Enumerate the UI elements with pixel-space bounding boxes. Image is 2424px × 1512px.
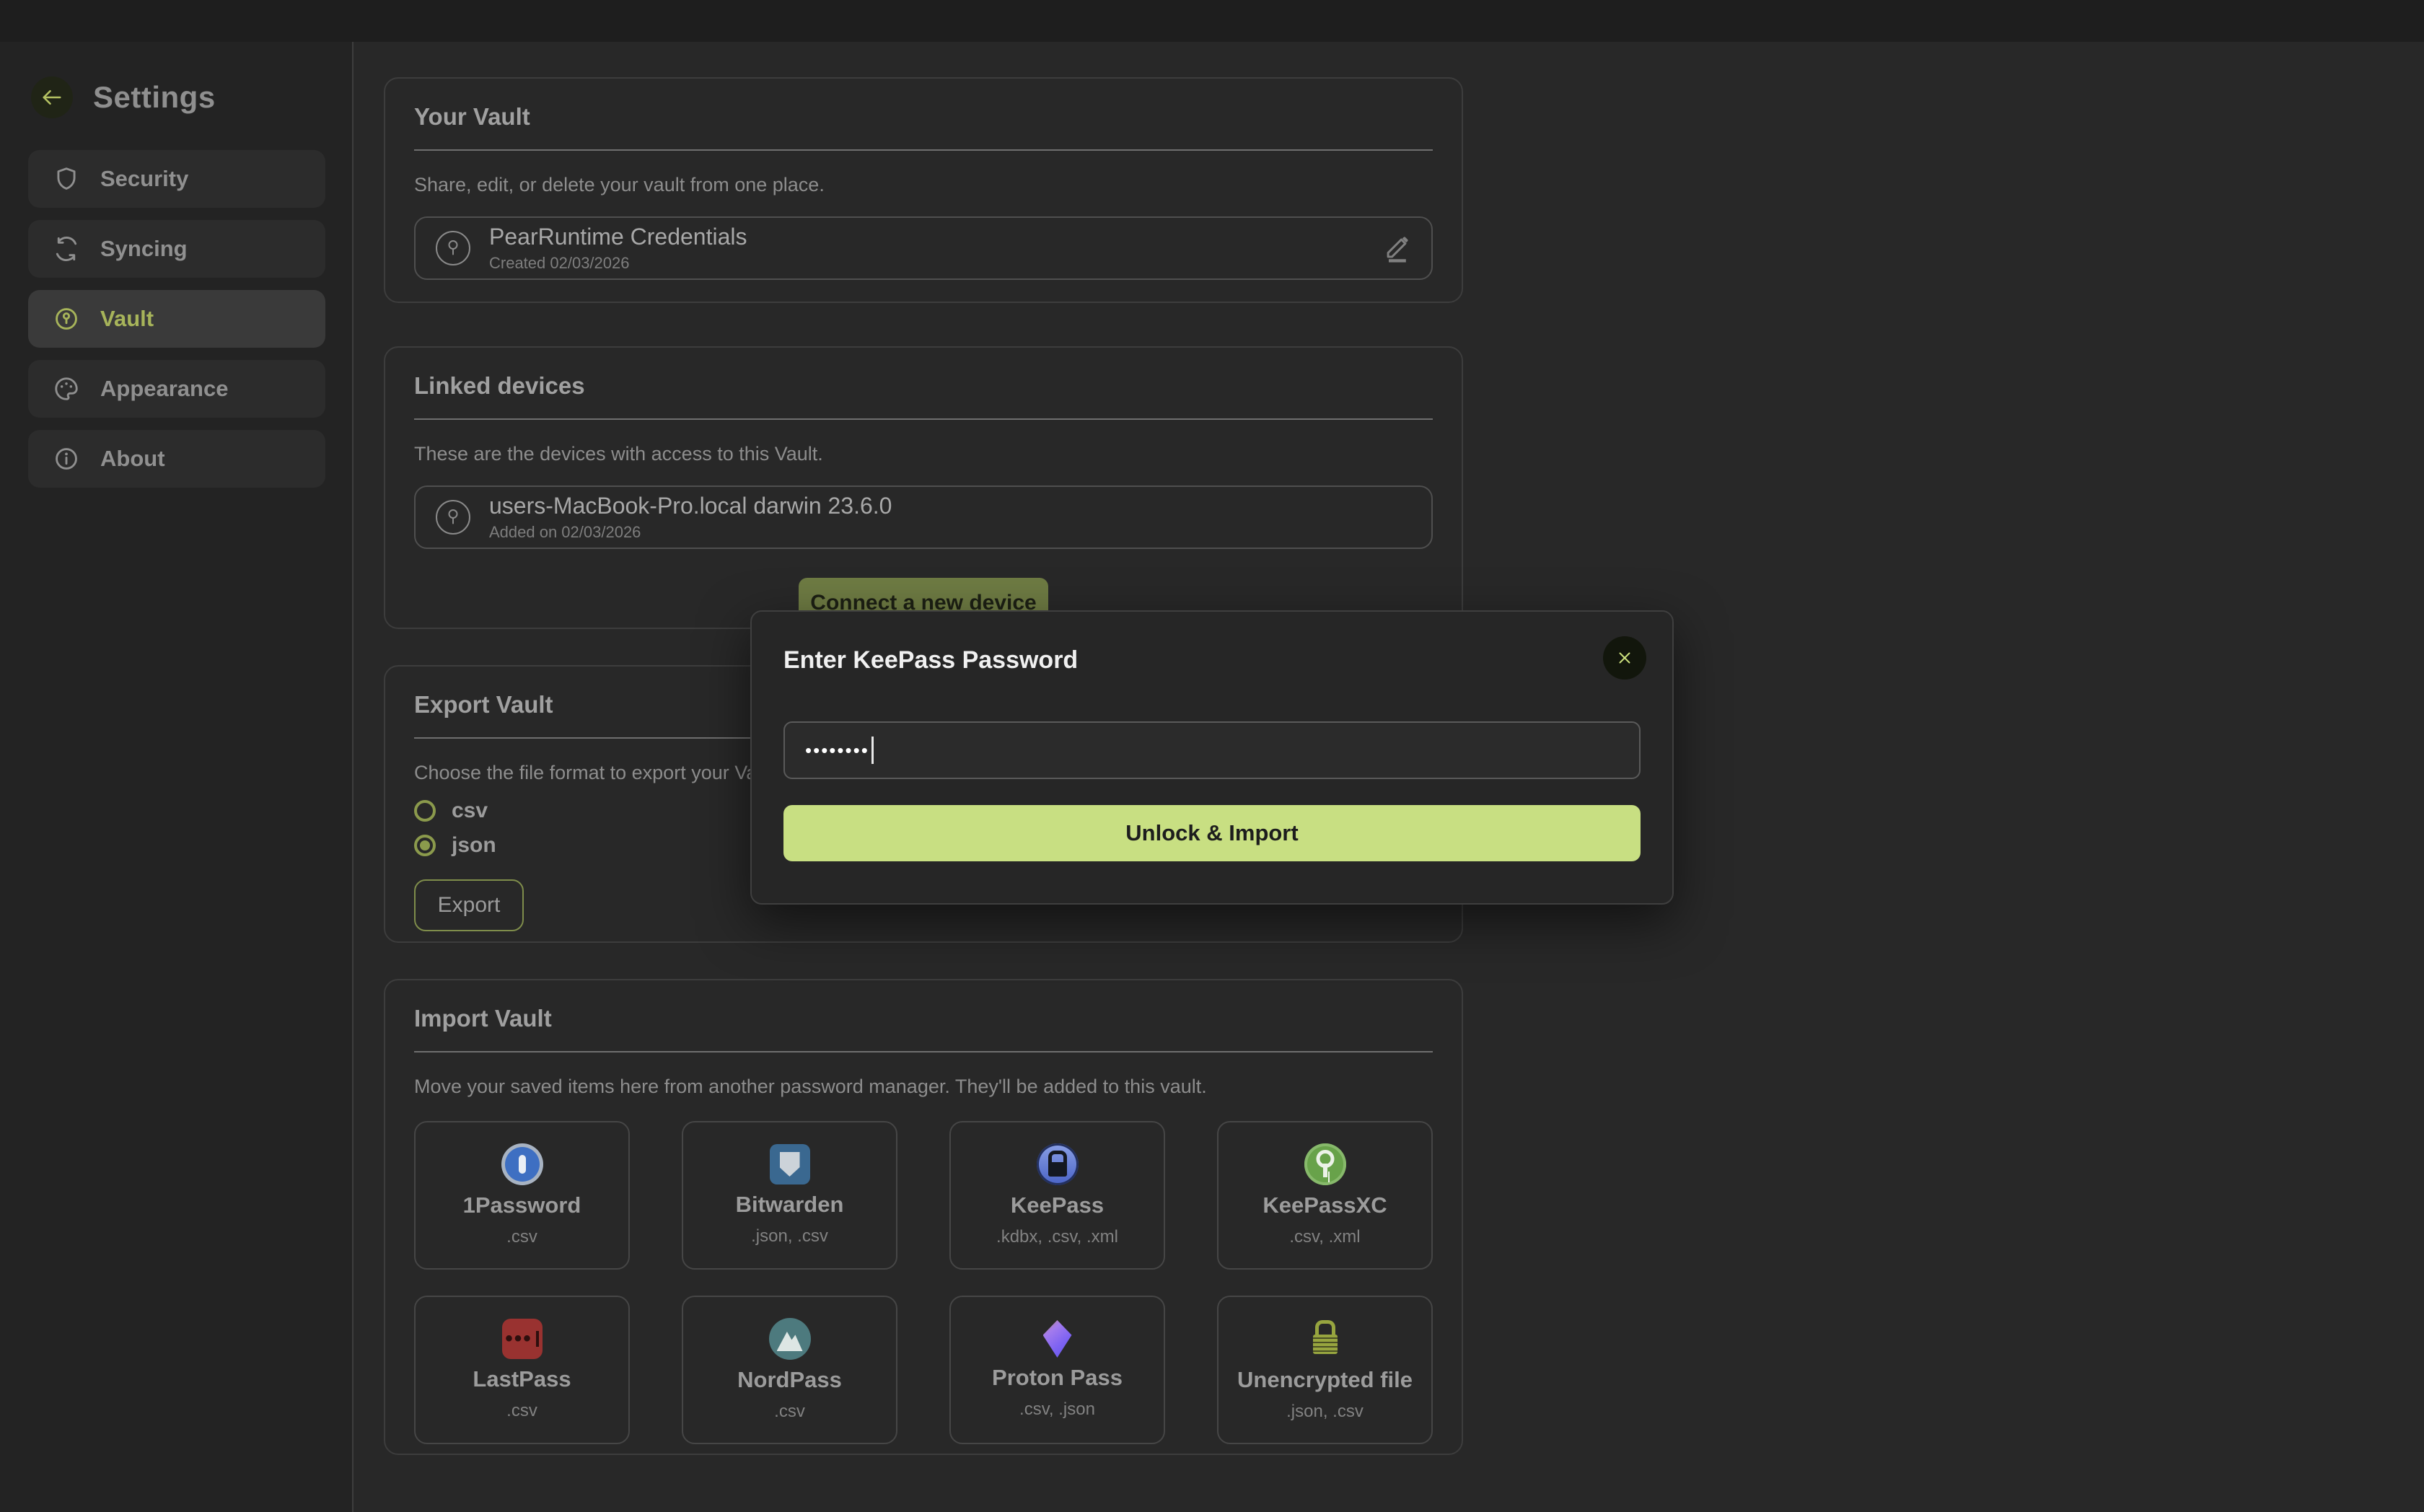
- provider-name: LastPass: [473, 1366, 571, 1392]
- radio-label: csv: [452, 799, 488, 823]
- provider-formats: .csv, .json: [1019, 1399, 1095, 1420]
- keyhole-circle-icon: [434, 229, 472, 267]
- divider: [414, 418, 1433, 420]
- divider: [414, 149, 1433, 151]
- provider-name: KeePassXC: [1262, 1192, 1387, 1218]
- import-provider-nordpass[interactable]: NordPass .csv: [682, 1296, 897, 1444]
- dialog-title: Enter KeePass Password: [783, 646, 1078, 674]
- edit-vault-button[interactable]: [1381, 232, 1413, 264]
- provider-formats: .csv: [506, 1401, 537, 1421]
- keyhole-circle-icon: [434, 498, 472, 536]
- provider-name: 1Password: [463, 1192, 581, 1218]
- import-provider-1password[interactable]: 1Password .csv: [414, 1121, 630, 1270]
- divider: [414, 1051, 1433, 1052]
- section-title: Your Vault: [414, 103, 1433, 131]
- text-cursor: [871, 737, 874, 764]
- palette-icon: [53, 375, 80, 403]
- sidebar-item-appearance[interactable]: Appearance: [28, 360, 325, 418]
- provider-formats: .kdbx, .csv, .xml: [996, 1227, 1118, 1247]
- import-provider-keepass[interactable]: KeePass .kdbx, .csv, .xml: [949, 1121, 1165, 1270]
- sidebar-item-label: Appearance: [100, 376, 228, 402]
- back-button[interactable]: [31, 76, 73, 118]
- vault-key-icon: [53, 305, 80, 333]
- close-icon: [1615, 649, 1634, 667]
- protonpass-logo-icon: [1043, 1320, 1072, 1358]
- device-added-date: Added on 02/03/2026: [489, 523, 892, 542]
- provider-name: Bitwarden: [736, 1192, 844, 1218]
- settings-sidebar: Settings Security Syncing Vaul: [0, 42, 354, 1512]
- sidebar-item-security[interactable]: Security: [28, 150, 325, 208]
- section-title: Linked devices: [414, 372, 1433, 400]
- nordpass-logo-icon: [769, 1318, 811, 1360]
- vault-item-text: PearRuntime Credentials Created 02/03/20…: [489, 224, 747, 273]
- import-vault-card: Import Vault Move your saved items here …: [384, 979, 1463, 1455]
- back-arrow-icon: [41, 87, 63, 108]
- sidebar-item-label: Syncing: [100, 236, 188, 262]
- provider-formats: .csv, .xml: [1289, 1227, 1360, 1247]
- edit-pencil-icon: [1381, 232, 1413, 264]
- import-provider-keepassxc[interactable]: KeePassXC .csv, .xml: [1217, 1121, 1433, 1270]
- window-titlebar: [0, 0, 2424, 42]
- import-providers-grid: 1Password .csv Bitwarden .json, .csv Kee…: [414, 1121, 1433, 1444]
- sidebar-item-vault[interactable]: Vault: [28, 290, 325, 348]
- bitwarden-logo-icon: [770, 1144, 810, 1184]
- vault-item-row[interactable]: PearRuntime Credentials Created 02/03/20…: [414, 216, 1433, 280]
- keepass-password-dialog: Enter KeePass Password •••••••• Unlock &…: [750, 610, 1674, 905]
- radio-button-json[interactable]: [414, 835, 436, 856]
- sidebar-item-syncing[interactable]: Syncing: [28, 220, 325, 278]
- provider-formats: .json, .csv: [1286, 1402, 1364, 1422]
- vault-created-date: Created 02/03/2026: [489, 254, 747, 273]
- sidebar-item-label: Security: [100, 166, 188, 192]
- radio-button-csv[interactable]: [414, 800, 436, 822]
- import-provider-protonpass[interactable]: Proton Pass .csv, .json: [949, 1296, 1165, 1444]
- password-input[interactable]: ••••••••: [783, 721, 1641, 779]
- sync-icon: [53, 235, 80, 263]
- your-vault-card: Your Vault Share, edit, or delete your v…: [384, 77, 1463, 303]
- device-text: users-MacBook-Pro.local darwin 23.6.0 Ad…: [489, 493, 892, 542]
- sidebar-nav: Security Syncing Vault: [28, 150, 325, 488]
- linked-devices-card: Linked devices These are the devices wit…: [384, 346, 1463, 629]
- device-row[interactable]: users-MacBook-Pro.local darwin 23.6.0 Ad…: [414, 485, 1433, 549]
- device-name: users-MacBook-Pro.local darwin 23.6.0: [489, 493, 892, 519]
- 1password-logo-icon: [501, 1143, 543, 1185]
- section-description: Share, edit, or delete your vault from o…: [414, 174, 1433, 196]
- radio-label: json: [452, 833, 496, 858]
- keepass-logo-icon: [1037, 1143, 1079, 1185]
- provider-formats: .csv: [774, 1402, 805, 1422]
- provider-name: Proton Pass: [992, 1365, 1123, 1391]
- import-provider-lastpass[interactable]: LastPass .csv: [414, 1296, 630, 1444]
- export-button[interactable]: Export: [414, 879, 524, 931]
- unlock-import-button[interactable]: Unlock & Import: [783, 805, 1641, 861]
- import-provider-bitwarden[interactable]: Bitwarden .json, .csv: [682, 1121, 897, 1270]
- sidebar-item-label: About: [100, 446, 165, 472]
- section-description: These are the devices with access to thi…: [414, 443, 1433, 465]
- provider-name: KeePass: [1011, 1192, 1104, 1218]
- shield-icon: [53, 165, 80, 193]
- page-title: Settings: [93, 80, 216, 115]
- import-provider-unencrypted[interactable]: Unencrypted file .json, .csv: [1217, 1296, 1433, 1444]
- sidebar-item-about[interactable]: About: [28, 430, 325, 488]
- provider-name: Unencrypted file: [1237, 1367, 1413, 1393]
- info-icon: [53, 445, 80, 472]
- lastpass-logo-icon: [502, 1319, 543, 1359]
- vault-name: PearRuntime Credentials: [489, 224, 747, 250]
- sidebar-item-label: Vault: [100, 306, 154, 332]
- keepassxc-logo-icon: [1304, 1143, 1346, 1185]
- section-description: Move your saved items here from another …: [414, 1076, 1433, 1098]
- close-dialog-button[interactable]: [1603, 636, 1646, 680]
- section-title: Import Vault: [414, 1005, 1433, 1032]
- provider-name: NordPass: [737, 1367, 842, 1393]
- sidebar-header: Settings: [31, 76, 216, 118]
- provider-formats: .json, .csv: [751, 1226, 828, 1247]
- provider-formats: .csv: [506, 1227, 537, 1247]
- unencrypted-lock-icon: [1304, 1318, 1346, 1360]
